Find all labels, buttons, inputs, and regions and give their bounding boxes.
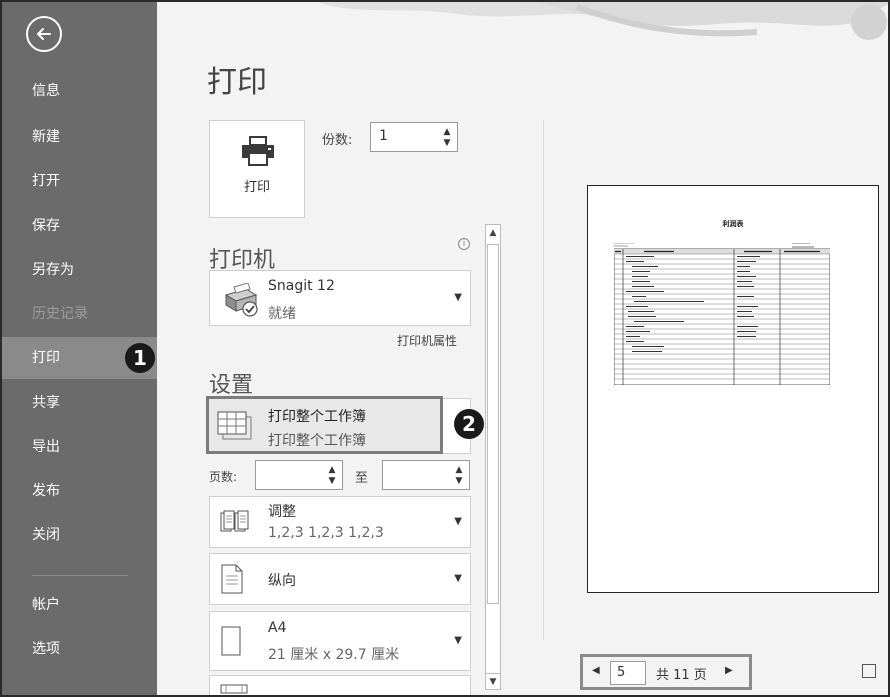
collate-title: 调整 <box>268 504 296 520</box>
chevron-down-icon: ▼ <box>454 292 462 303</box>
total-pages-label: 共 11 页 <box>656 668 707 683</box>
printer-properties-link[interactable]: 打印机属性 <box>397 332 457 349</box>
prev-page-icon[interactable]: ◀ <box>592 665 600 676</box>
printer-icon <box>242 136 274 166</box>
copies-input[interactable]: 1 ▲ ▼ <box>370 122 458 152</box>
paper-size-subtitle: 21 厘米 x 29.7 厘米 <box>268 647 400 663</box>
nav-open[interactable]: 打开 <box>2 160 157 202</box>
spin-down-icon[interactable]: ▼ <box>327 475 337 487</box>
scope-title: 打印整个工作簿 <box>268 409 366 425</box>
orientation-select[interactable]: 纵向 ▼ <box>209 553 471 605</box>
nav-save[interactable]: 保存 <box>2 205 157 247</box>
paper-size-icon <box>221 626 241 656</box>
zoom-to-page-icon[interactable] <box>862 664 876 678</box>
current-page-input[interactable]: 5 <box>610 661 646 685</box>
orientation-value: 纵向 <box>268 573 296 589</box>
nav-save-as[interactable]: 另存为 <box>2 249 157 291</box>
nav-history: 历史记录 <box>32 306 88 322</box>
paper-size-select[interactable]: A4 21 厘米 x 29.7 厘米 ▼ <box>209 611 471 671</box>
nav-options[interactable]: 选项 <box>2 628 157 670</box>
preview-doc-title: 利润表 <box>722 220 744 228</box>
print-scope-highlight[interactable]: 打印整个工作簿 打印整个工作簿 <box>206 396 443 454</box>
page-to-input[interactable]: ▲ ▼ <box>382 460 470 490</box>
callout-badge-1: 1 <box>125 343 155 373</box>
collate-select[interactable]: 调整 1,2,3 1,2,3 1,2,3 ▼ <box>209 496 471 548</box>
margins-icon <box>220 684 248 694</box>
print-preview-page: 利润表 <box>587 185 879 593</box>
nav-separator <box>32 575 128 576</box>
header-decoration <box>157 2 888 48</box>
pages-label: 页数: <box>209 470 238 484</box>
spin-down-icon[interactable]: ▼ <box>454 475 464 487</box>
nav-share[interactable]: 共享 <box>2 382 157 424</box>
margins-select[interactable] <box>209 675 471 695</box>
page-navigator: ◀ 5 共 11 页 ▶ <box>580 654 752 690</box>
back-arrow-icon <box>37 28 51 40</box>
chevron-down-icon: ▼ <box>454 516 462 527</box>
copies-label: 份数: <box>322 133 353 148</box>
nav-account[interactable]: 帐户 <box>2 584 157 626</box>
preview-table <box>614 243 830 385</box>
print-button-label: 打印 <box>243 180 270 195</box>
collate-subtitle: 1,2,3 1,2,3 1,2,3 <box>268 525 384 541</box>
page-from-input[interactable]: ▲ ▼ <box>255 460 343 490</box>
chevron-down-icon: ▼ <box>454 573 462 584</box>
scroll-up-icon[interactable]: ▲ <box>486 225 500 241</box>
info-icon[interactable]: i <box>458 238 470 250</box>
page-title: 打印 <box>207 65 267 100</box>
nav-info[interactable]: 信息 <box>2 70 157 112</box>
copies-value: 1 <box>379 128 388 144</box>
print-button[interactable]: 打印 <box>209 120 305 218</box>
portrait-page-icon <box>221 564 243 594</box>
to-label: 至 <box>355 471 369 486</box>
settings-heading: 设置 <box>209 373 254 398</box>
nav-export[interactable]: 导出 <box>2 426 157 468</box>
back-button[interactable] <box>26 16 62 52</box>
nav-publish[interactable]: 发布 <box>2 470 157 512</box>
spin-down-icon[interactable]: ▼ <box>442 137 452 149</box>
nav-new[interactable]: 新建 <box>2 116 157 158</box>
scroll-down-icon[interactable]: ▼ <box>486 673 500 689</box>
chevron-down-icon: ▼ <box>454 635 462 646</box>
paper-size-title: A4 <box>268 620 287 636</box>
nav-close[interactable]: 关闭 <box>2 514 157 556</box>
collate-pages-icon <box>220 510 249 532</box>
callout-badge-2: 2 <box>454 409 484 439</box>
scope-subtitle: 打印整个工作簿 <box>268 433 366 449</box>
workbook-grid-icon <box>217 411 252 440</box>
printer-select[interactable]: Snagit 12 就绪 ▼ <box>209 270 471 326</box>
backstage-print-view: 信息 新建 打开 保存 另存为 历史记录 打印 共享 导出 发布 关闭 帐户 选… <box>0 0 890 697</box>
scroll-thumb[interactable] <box>487 244 499 604</box>
printer-status: 就绪 <box>268 306 296 322</box>
printer-device-icon <box>224 283 258 317</box>
next-page-icon[interactable]: ▶ <box>725 665 733 676</box>
pane-divider <box>543 120 544 640</box>
printer-name: Snagit 12 <box>268 278 335 294</box>
settings-scrollbar[interactable]: ▲ ▼ <box>485 224 501 690</box>
